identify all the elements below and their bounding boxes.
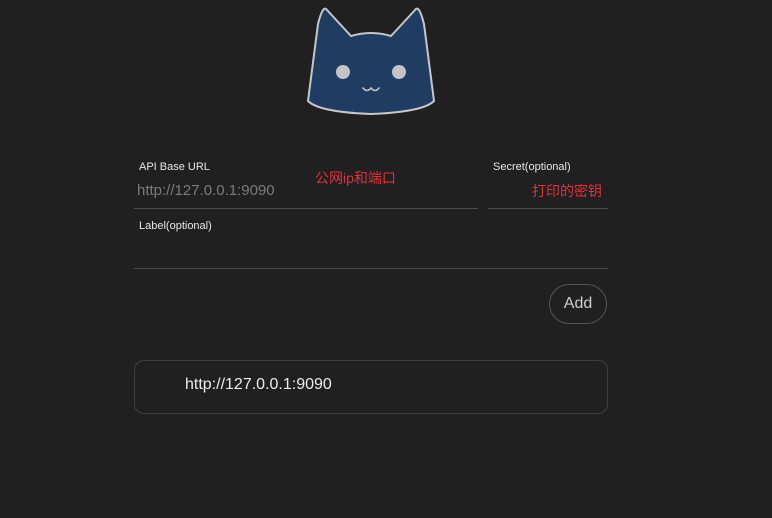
api-base-url-input[interactable] [137,179,475,201]
api-base-url-annotation: 公网ip和端口 [315,170,396,186]
backend-url: http://127.0.0.1:9090 [185,376,332,393]
label-input[interactable] [137,239,605,261]
add-button[interactable]: Add [549,284,607,324]
cat-logo-icon [307,7,435,115]
page: API Base URL 公网ip和端口 Secret(optional) 打印… [0,0,772,518]
api-base-url-field: API Base URL [134,161,478,209]
secret-annotation: 打印的密钥 [532,183,602,199]
secret-label: Secret(optional) [493,161,571,173]
backend-list-item[interactable]: http://127.0.0.1:9090 [134,360,608,414]
api-base-url-label: API Base URL [139,161,210,173]
label-field: Label(optional) [134,220,608,269]
label-field-label: Label(optional) [139,220,212,232]
